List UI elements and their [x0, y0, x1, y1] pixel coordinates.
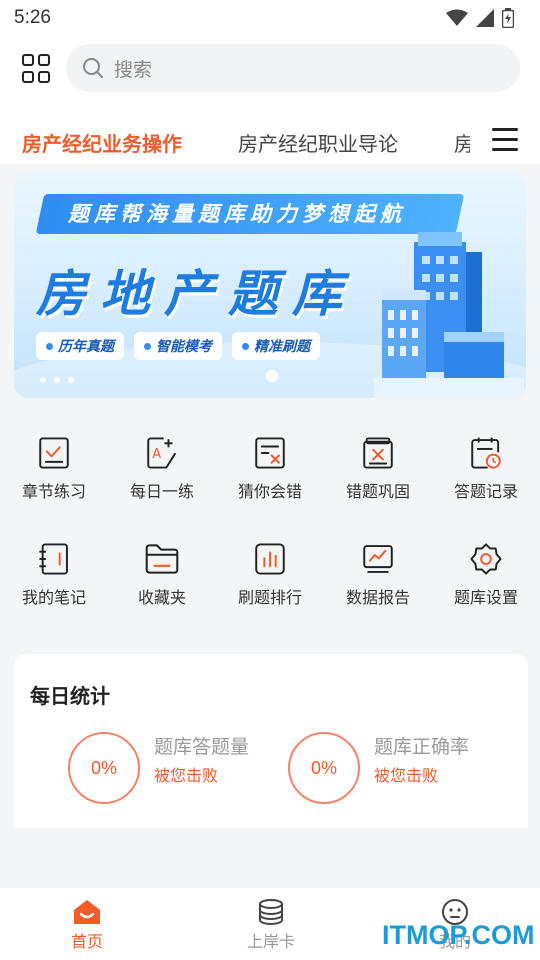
banner-chips: 历年真题 智能模考 精准刷题 [36, 332, 320, 360]
folder-icon [145, 544, 179, 574]
status-icons [446, 8, 514, 28]
grid-item-label: 猜你会错 [237, 482, 302, 501]
home-icon [74, 900, 100, 924]
grid-item-mistake-review[interactable]: 错题巩固 [324, 412, 432, 502]
banner-active-dot [266, 370, 278, 382]
search-icon [83, 58, 104, 79]
stat-label: 题库正确率 [374, 736, 470, 758]
grid-item-label: 答题记录 [453, 482, 518, 501]
grid-item-label: 刷题排行 [237, 588, 302, 607]
search-bar[interactable]: 搜索 [66, 44, 520, 92]
mistake-review-icon [363, 437, 393, 469]
stat-subtext: 被您击败 [154, 766, 219, 785]
subject-tabs: 房产经纪业务操作 房产经纪职业导论 房 [0, 120, 540, 164]
grid-item-favorites[interactable]: 收藏夹 [108, 518, 216, 608]
grid-item-label: 我的笔记 [21, 588, 86, 607]
grid-item-my-notes[interactable]: 我的笔记 [0, 518, 108, 608]
grid-item-answer-record[interactable]: 答题记录 [432, 412, 540, 502]
grid-item-chapter-practice[interactable]: 章节练习 [0, 412, 108, 502]
apps-grid-icon[interactable] [22, 54, 52, 84]
grid-item-label: 数据报告 [345, 588, 410, 607]
grid-item-label: 每日一练 [129, 482, 194, 501]
daily-practice-icon: A [147, 437, 176, 469]
stat-subtext: 被您击败 [374, 766, 439, 785]
tab-subject-1[interactable]: 房产经纪业务操作 [22, 128, 182, 157]
site-watermark: ITMOP.COM [382, 920, 535, 950]
notebook-icon [39, 543, 68, 575]
answer-record-icon [471, 437, 501, 469]
ranking-icon [255, 543, 285, 575]
settings-icon [470, 543, 502, 575]
battery-icon [502, 8, 514, 28]
banner-ribbon-text: 题库帮海量题库助力梦想起航 [68, 202, 406, 226]
nav-label: 上岸卡 [246, 932, 295, 951]
status-time: 5:26 [14, 7, 51, 28]
grid-item-label: 错题巩固 [345, 482, 410, 501]
promo-banner[interactable]: 题库帮海量题库助力梦想起航 房地产题库 历年真题 智能模考 精准刷题 [14, 172, 526, 398]
banner-page-dots [40, 377, 74, 383]
grid-item-daily-practice[interactable]: A 每日一练 [108, 412, 216, 502]
tab-subject-3[interactable]: 房 [454, 128, 470, 157]
grid-item-label: 章节练习 [21, 482, 86, 501]
daily-stats-title: 每日统计 [30, 684, 110, 708]
banner-chip: 智能模考 [134, 332, 222, 360]
feature-grid: 章节练习 A 每日一练 猜你会错 错题巩固 答题记录 我的笔记 收藏夹 刷题排行… [0, 412, 540, 644]
nav-label: 首页 [70, 932, 103, 951]
grid-item-data-report[interactable]: 数据报告 [324, 518, 432, 608]
wifi-icon [446, 9, 468, 26]
status-bar: 5:26 [0, 0, 540, 36]
grid-item-ranking[interactable]: 刷题排行 [216, 518, 324, 608]
signal-icon [476, 9, 494, 27]
nav-home[interactable]: 首页 [42, 898, 132, 952]
grid-item-guess-wrong[interactable]: 猜你会错 [216, 412, 324, 502]
wrong-guess-icon [255, 437, 285, 469]
daily-stats-card: 每日统计 0% 题库答题量 被您击败 0% 题库正确率 被您击败 [14, 654, 528, 828]
banner-chip: 历年真题 [36, 332, 124, 360]
checklist-icon [39, 437, 69, 469]
coins-icon [259, 899, 283, 925]
nav-shore-card[interactable]: 上岸卡 [226, 898, 316, 952]
grid-item-label: 收藏夹 [137, 588, 186, 607]
stat-ring: 0% [288, 732, 360, 804]
grid-item-bank-settings[interactable]: 题库设置 [432, 518, 540, 608]
stat-label: 题库答题量 [154, 736, 250, 758]
grid-item-label: 题库设置 [453, 588, 518, 607]
stat-ring: 0% [68, 732, 140, 804]
tab-subject-2[interactable]: 房产经纪职业导论 [238, 128, 398, 157]
search-placeholder: 搜索 [114, 58, 153, 81]
svg-text:A: A [152, 447, 161, 462]
data-report-icon [363, 545, 393, 573]
tabs-menu-icon[interactable] [492, 128, 518, 152]
banner-chip: 精准刷题 [232, 332, 320, 360]
banner-headline: 房地产题库 [36, 265, 356, 323]
building-illustration [374, 232, 524, 398]
